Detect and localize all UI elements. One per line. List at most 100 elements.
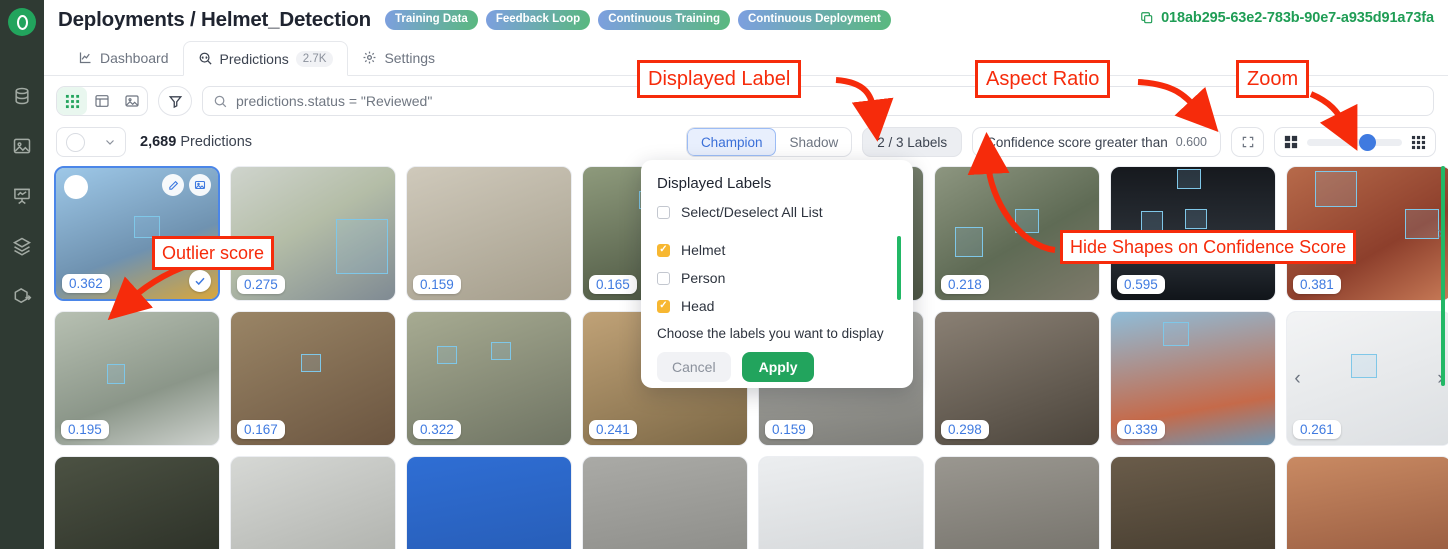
tab-settings[interactable]: Settings bbox=[348, 40, 449, 75]
next-image-button[interactable]: › bbox=[1432, 365, 1448, 393]
filter-toolbar: 2,689 Predictions Champion Shadow 2 / 3 … bbox=[44, 124, 1448, 160]
outlier-score-badge: 0.241 bbox=[589, 420, 637, 439]
next-image-button[interactable]: › bbox=[1432, 220, 1448, 248]
champion-toggle[interactable]: Champion bbox=[686, 128, 777, 156]
prediction-card[interactable]: 0.261 ‹ › bbox=[1286, 311, 1448, 446]
tag-continuous-deployment: Continuous Deployment bbox=[738, 10, 891, 30]
logo-icon[interactable] bbox=[8, 8, 36, 36]
outlier-score-badge: 0.195 bbox=[61, 420, 109, 439]
displayed-labels-button[interactable]: 2 / 3 Labels bbox=[862, 127, 963, 157]
search-icon bbox=[214, 95, 227, 107]
outlier-score-badge: 0.362 bbox=[62, 274, 110, 293]
chevron-down-icon bbox=[105, 140, 114, 145]
page-header: Deployments / Helmet_Detection Training … bbox=[44, 0, 1448, 40]
outlier-score-badge: 0.381 bbox=[1293, 275, 1341, 294]
shadow-toggle[interactable]: Shadow bbox=[776, 128, 851, 156]
model-mode-group: Champion Shadow bbox=[685, 127, 853, 157]
selected-check-icon[interactable] bbox=[189, 270, 211, 292]
confidence-label: Confidence score greater than bbox=[986, 134, 1168, 150]
apply-button[interactable]: Apply bbox=[741, 352, 815, 382]
prediction-card[interactable]: 0.339 bbox=[1110, 311, 1276, 446]
helmet-label: Helmet bbox=[681, 242, 726, 258]
prediction-card[interactable]: 0.362 bbox=[54, 166, 220, 301]
layers-icon[interactable] bbox=[12, 236, 32, 256]
prediction-card[interactable]: 0.167 bbox=[230, 311, 396, 446]
grid-view-button[interactable] bbox=[57, 87, 87, 115]
outlier-score-badge: 0.275 bbox=[237, 275, 285, 294]
image-icon bbox=[125, 95, 139, 107]
person-checkbox[interactable] bbox=[657, 271, 670, 285]
grid-dots-icon bbox=[65, 94, 79, 108]
prediction-card[interactable] bbox=[582, 456, 748, 549]
model-export-icon[interactable] bbox=[12, 286, 32, 306]
image-icon[interactable] bbox=[12, 136, 32, 156]
select-all-checkbox[interactable] bbox=[657, 205, 670, 219]
prev-image-button[interactable]: ‹ bbox=[1289, 365, 1306, 393]
zoom-slider-handle[interactable] bbox=[1359, 133, 1376, 151]
confidence-value: 0.600 bbox=[1175, 135, 1207, 149]
prediction-card[interactable] bbox=[230, 456, 396, 549]
aspect-ratio-button[interactable] bbox=[1231, 127, 1264, 157]
dropdown-hint: Choose the labels you want to display bbox=[657, 326, 884, 341]
grid-2x2-icon[interactable] bbox=[1284, 135, 1298, 149]
outlier-score-badge: 0.159 bbox=[413, 275, 461, 294]
grid-3x3-icon[interactable] bbox=[1411, 135, 1426, 150]
table-view-button[interactable] bbox=[87, 87, 117, 115]
confidence-score-filter[interactable]: Confidence score greater than 0.600 bbox=[972, 127, 1221, 157]
status-filter-dropdown[interactable] bbox=[56, 127, 126, 157]
label-option-person[interactable]: Person bbox=[657, 270, 897, 286]
prediction-card[interactable] bbox=[54, 456, 220, 549]
funnel-icon bbox=[168, 95, 182, 108]
prediction-count-label: Predictions bbox=[180, 134, 253, 150]
prediction-card[interactable]: 0.195 bbox=[54, 311, 220, 446]
view-image-button[interactable] bbox=[189, 174, 211, 196]
label-option-helmet[interactable]: Helmet bbox=[657, 242, 897, 258]
tab-dashboard[interactable]: Dashboard bbox=[64, 40, 183, 75]
prediction-card[interactable] bbox=[758, 456, 924, 549]
prediction-card[interactable] bbox=[406, 456, 572, 549]
zoom-slider[interactable] bbox=[1307, 133, 1402, 151]
head-label: Head bbox=[681, 298, 715, 314]
helmet-checkbox[interactable] bbox=[657, 243, 670, 257]
deployment-id-text: 018ab295-63e2-783b-90e7-a935d91a73fa bbox=[1161, 10, 1434, 26]
table-icon bbox=[95, 95, 109, 107]
image-icon bbox=[194, 180, 206, 190]
database-icon[interactable] bbox=[12, 86, 32, 106]
dropdown-scrollbar[interactable] bbox=[897, 236, 901, 300]
prediction-card[interactable]: 0.275 bbox=[230, 166, 396, 301]
outlier-score-badge: 0.339 bbox=[1117, 420, 1165, 439]
select-all-label: Select/Deselect All List bbox=[681, 204, 823, 220]
cancel-button[interactable]: Cancel bbox=[657, 352, 731, 382]
breadcrumb[interactable]: Deployments / Helmet_Detection bbox=[58, 8, 371, 32]
outlier-score-badge: 0.261 bbox=[1293, 420, 1341, 439]
zoom-control[interactable] bbox=[1274, 127, 1436, 157]
prediction-card[interactable]: 0.159 bbox=[406, 166, 572, 301]
deployment-id[interactable]: 018ab295-63e2-783b-90e7-a935d91a73fa bbox=[1140, 10, 1434, 26]
tab-predictions[interactable]: Predictions 2.7K bbox=[182, 41, 349, 76]
head-checkbox[interactable] bbox=[657, 299, 670, 313]
deployment-tags: Training Data Feedback Loop Continuous T… bbox=[384, 10, 891, 30]
line-chart-icon bbox=[79, 52, 91, 64]
prediction-card[interactable] bbox=[1110, 456, 1276, 549]
prediction-card[interactable]: 0.298 bbox=[934, 311, 1100, 446]
bounding-box bbox=[301, 354, 321, 372]
outlier-score-badge: 0.159 bbox=[765, 420, 813, 439]
image-view-button[interactable] bbox=[117, 87, 147, 115]
edit-button[interactable] bbox=[162, 174, 184, 196]
select-all-row[interactable]: Select/Deselect All List bbox=[657, 204, 897, 220]
prediction-card[interactable] bbox=[1286, 456, 1448, 549]
tag-training-data: Training Data bbox=[384, 10, 478, 30]
left-sidebar bbox=[0, 0, 44, 549]
presentation-chart-icon[interactable] bbox=[12, 186, 32, 206]
copy-icon[interactable] bbox=[1140, 11, 1154, 25]
fit-screen-icon bbox=[1242, 136, 1253, 148]
prediction-card[interactable]: 0.322 bbox=[406, 311, 572, 446]
outlier-score-badge: 0.595 bbox=[1117, 275, 1165, 294]
filter-button[interactable] bbox=[158, 86, 192, 116]
tab-predictions-count: 2.7K bbox=[295, 50, 334, 67]
vertical-scrollbar[interactable] bbox=[1441, 166, 1445, 386]
bounding-box bbox=[1177, 169, 1201, 189]
prediction-card[interactable] bbox=[934, 456, 1100, 549]
label-option-head[interactable]: Head bbox=[657, 298, 897, 314]
prediction-count: 2,689 Predictions bbox=[140, 134, 252, 150]
